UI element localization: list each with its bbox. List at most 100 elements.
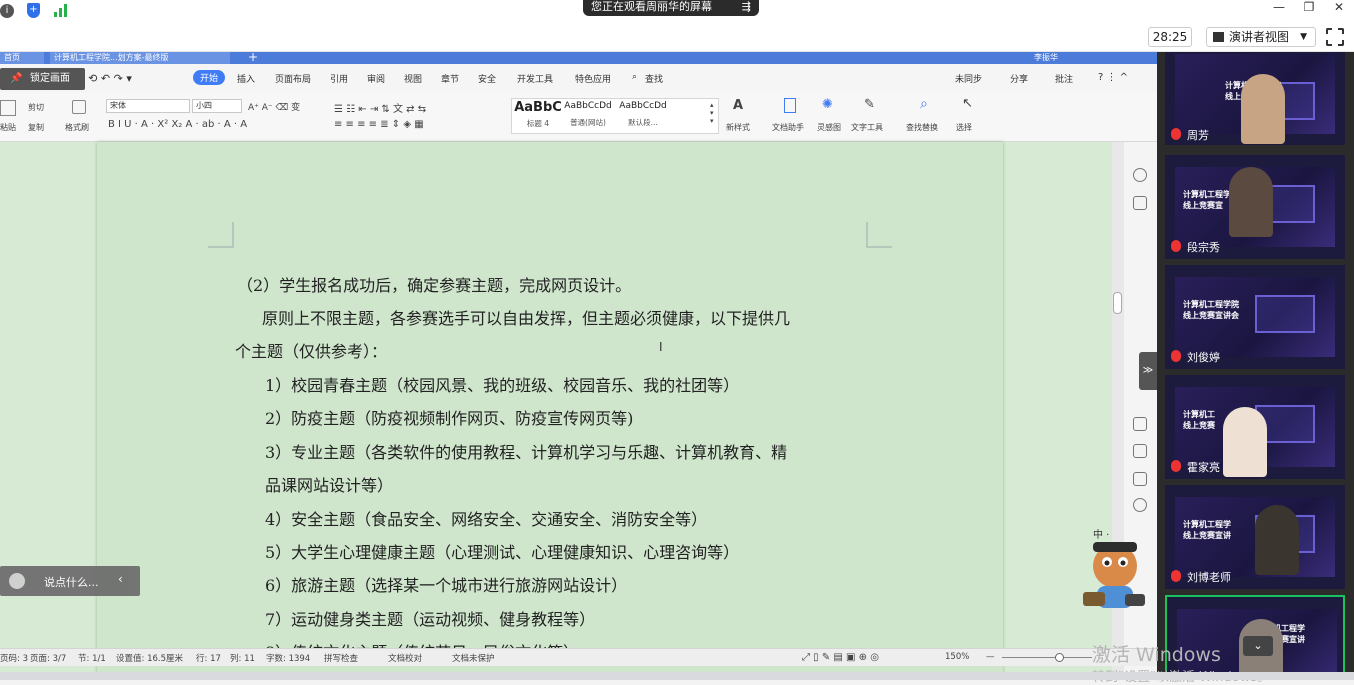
mic-muted-icon bbox=[1171, 128, 1181, 140]
minimize-icon[interactable]: — bbox=[1264, 0, 1294, 16]
menu-start[interactable]: 开始 bbox=[193, 70, 226, 85]
participant-tile[interactable]: 计算机工程学 线上竞赛宣 段宗秀 bbox=[1165, 155, 1345, 259]
new-tab-icon[interactable]: + bbox=[244, 52, 262, 64]
doc-protection-status[interactable]: 文档未保护 bbox=[452, 652, 495, 664]
wrench-icon[interactable]: ✎ bbox=[864, 97, 875, 112]
font-size-select[interactable]: 小四 bbox=[192, 99, 242, 113]
style-label: 普通(网站) bbox=[570, 118, 606, 127]
info-icon[interactable]: i bbox=[0, 4, 14, 18]
style-label: 标题 4 bbox=[526, 119, 550, 128]
style-normal-web[interactable]: AaBbCcDd 普通(网站) bbox=[563, 100, 613, 133]
zoom-out-icon[interactable]: — bbox=[986, 652, 995, 662]
signal-icon[interactable] bbox=[53, 3, 69, 18]
align-icons[interactable]: ≡ ≡ ≡ ≡ ≣ ⇕ ◈ ▦ bbox=[334, 119, 424, 130]
find-replace-button[interactable]: 查找替换 bbox=[906, 122, 938, 133]
spell-check-button[interactable]: 拼写检查 bbox=[324, 652, 358, 664]
paste-icon[interactable] bbox=[0, 100, 16, 116]
menu-security[interactable]: 安全 bbox=[478, 72, 496, 85]
panel-icon-4[interactable] bbox=[1133, 444, 1147, 458]
find-icon[interactable]: ⌕ bbox=[920, 96, 928, 112]
menu-features[interactable]: 特色应用 bbox=[575, 72, 611, 85]
chat-input-bar[interactable]: 说点什么... ‹ bbox=[0, 566, 140, 596]
panel-collapse-button[interactable]: ≫ bbox=[1139, 352, 1157, 390]
menu-view[interactable]: 视图 bbox=[404, 72, 422, 85]
close-icon[interactable]: ✕ bbox=[1324, 0, 1354, 16]
font-family-select[interactable]: 宋体 bbox=[106, 99, 190, 113]
status-word-count[interactable]: 字数: 1394 bbox=[266, 652, 310, 664]
panel-icon-5[interactable] bbox=[1133, 472, 1147, 486]
emoji-icon[interactable] bbox=[9, 573, 25, 589]
doc-proof-button[interactable]: 文档校对 bbox=[388, 652, 422, 664]
help-icon[interactable]: ? ⋮ ^ bbox=[1098, 72, 1128, 83]
participant-video bbox=[1223, 407, 1267, 477]
menu-chapter[interactable]: 章节 bbox=[441, 72, 459, 85]
new-style-icon[interactable]: A bbox=[733, 98, 743, 113]
new-style-button[interactable]: 新样式 bbox=[726, 122, 750, 133]
menu-reference[interactable]: 引用 bbox=[330, 72, 348, 85]
select-button[interactable]: 选择 bbox=[956, 122, 972, 133]
panel-icon-3[interactable] bbox=[1133, 417, 1147, 431]
menu-insert[interactable]: 插入 bbox=[237, 72, 255, 85]
presenter-view-label: 演讲者视图 bbox=[1229, 30, 1290, 44]
style-scroll-icon[interactable]: ▴ ▾ ▾ bbox=[710, 101, 714, 125]
text-tools-button[interactable]: 文字工具 bbox=[851, 122, 883, 133]
share-button[interactable]: 分享 bbox=[1010, 72, 1028, 85]
sync-status[interactable]: 未同步 bbox=[955, 72, 982, 85]
participant-tile[interactable]: 计算机工程学 线上竞赛宣讲 刘博老师 bbox=[1165, 485, 1345, 589]
search-icon[interactable]: ⌕ bbox=[632, 72, 637, 82]
style-heading4[interactable]: AaBbC 标题 4 bbox=[513, 100, 563, 133]
style-sample: AaBbCcDd bbox=[619, 101, 667, 111]
comment-button[interactable]: 批注 bbox=[1055, 72, 1073, 85]
inspiration-button[interactable]: 灵感图 bbox=[817, 122, 841, 133]
lock-screen-tooltip[interactable]: 📌 锁定画面 bbox=[0, 68, 85, 90]
menu-review[interactable]: 审阅 bbox=[367, 72, 385, 85]
panel-icon-6[interactable] bbox=[1133, 498, 1147, 512]
scrollbar-thumb[interactable] bbox=[1113, 292, 1122, 314]
menu-find[interactable]: 查找 bbox=[645, 72, 663, 85]
copy-button[interactable]: 复制 bbox=[28, 122, 44, 133]
share-banner[interactable]: 您正在观看周丽华的屏幕 ⇶ bbox=[583, 0, 759, 16]
view-mode-icons[interactable]: ⤢ ▯ ✎ ▤ ▣ ⊕ ◎ bbox=[802, 652, 879, 663]
participant-video bbox=[1255, 505, 1299, 575]
menu-page-layout[interactable]: 页面布局 bbox=[275, 72, 311, 85]
tab-document[interactable]: 计算机工程学院...划方案-最终版 bbox=[50, 52, 230, 64]
zoom-slider[interactable] bbox=[1002, 657, 1092, 658]
page-corner-left bbox=[208, 222, 234, 248]
presenter-view-dropdown[interactable]: 演讲者视图 ▼ bbox=[1206, 27, 1316, 47]
zoom-slider-thumb[interactable] bbox=[1055, 653, 1064, 662]
font-size-adjust-icons[interactable]: A⁺ A⁻ ⌫ 变 bbox=[248, 100, 300, 113]
share-options-icon[interactable]: ⇶ bbox=[742, 0, 751, 14]
participant-name: 刘博老师 bbox=[1171, 569, 1231, 585]
participant-tile[interactable]: 计算机工程学院 线上竞赛宣讲会 刘俊婷 bbox=[1165, 265, 1345, 369]
fullscreen-icon[interactable] bbox=[1326, 28, 1344, 46]
doc-assist-icon[interactable] bbox=[784, 98, 796, 113]
brush-icon[interactable] bbox=[72, 100, 86, 114]
shared-screen: 首页 计算机工程学院...划方案-最终版 + 李振华 ▢ ⎙ ⟲ ↶ ↷ ▾ 开… bbox=[0, 52, 1157, 680]
style-default[interactable]: AaBbCcDd 默认段... bbox=[613, 100, 673, 133]
text-cursor-icon: I bbox=[659, 340, 663, 354]
status-row: 行: 17 bbox=[196, 654, 221, 664]
menu-developer[interactable]: 开发工具 bbox=[517, 72, 553, 85]
paste-label[interactable]: 粘贴 bbox=[0, 122, 16, 133]
lightbulb-icon[interactable]: ✺ bbox=[822, 97, 833, 112]
chevron-left-icon[interactable]: ‹ bbox=[118, 572, 123, 586]
style-label: 默认段... bbox=[628, 118, 658, 127]
panel-icon-2[interactable] bbox=[1133, 196, 1147, 210]
doc-assist-button[interactable]: 文档助手 bbox=[772, 122, 804, 133]
zoom-level[interactable]: 150% bbox=[945, 652, 969, 662]
font-format-icons[interactable]: B I U · A · X² X₂ A · ab · A · A bbox=[108, 119, 247, 130]
tab-home[interactable]: 首页 bbox=[0, 52, 44, 64]
shield-icon[interactable]: + bbox=[27, 3, 40, 18]
participant-tile[interactable]: 计算机工程学院线上竞赛宣讲会 周芳 bbox=[1165, 52, 1345, 145]
cursor-icon[interactable]: ↖ bbox=[962, 96, 973, 111]
format-painter-button[interactable]: 格式刷 bbox=[65, 122, 89, 133]
panel-icon-1[interactable] bbox=[1133, 168, 1147, 182]
participant-tile[interactable]: 计算机工 线上竞赛 霍家亮 bbox=[1165, 375, 1345, 479]
list-paragraph-icons[interactable]: ☰ ☷ ⇤ ⇥ ⇅ 文 ⇄ ⇆ bbox=[334, 100, 426, 115]
document-page[interactable]: （2）学生报名成功后，确定参赛主题，完成网页设计。 原则上不限主题，各参赛选手可… bbox=[97, 142, 1003, 680]
cut-button[interactable]: 剪切 bbox=[28, 102, 44, 113]
doc-line: 3）专业主题（各类软件的使用教程、计算机学习与乐趣、计算机教育、精 bbox=[265, 443, 788, 462]
restore-icon[interactable]: ❐ bbox=[1294, 0, 1324, 16]
doc-line: 原则上不限主题，各参赛选手可以自由发挥，但主题必须健康，以下提供几 bbox=[262, 309, 791, 328]
wps-user-name[interactable]: 李振华 bbox=[1030, 52, 1062, 64]
